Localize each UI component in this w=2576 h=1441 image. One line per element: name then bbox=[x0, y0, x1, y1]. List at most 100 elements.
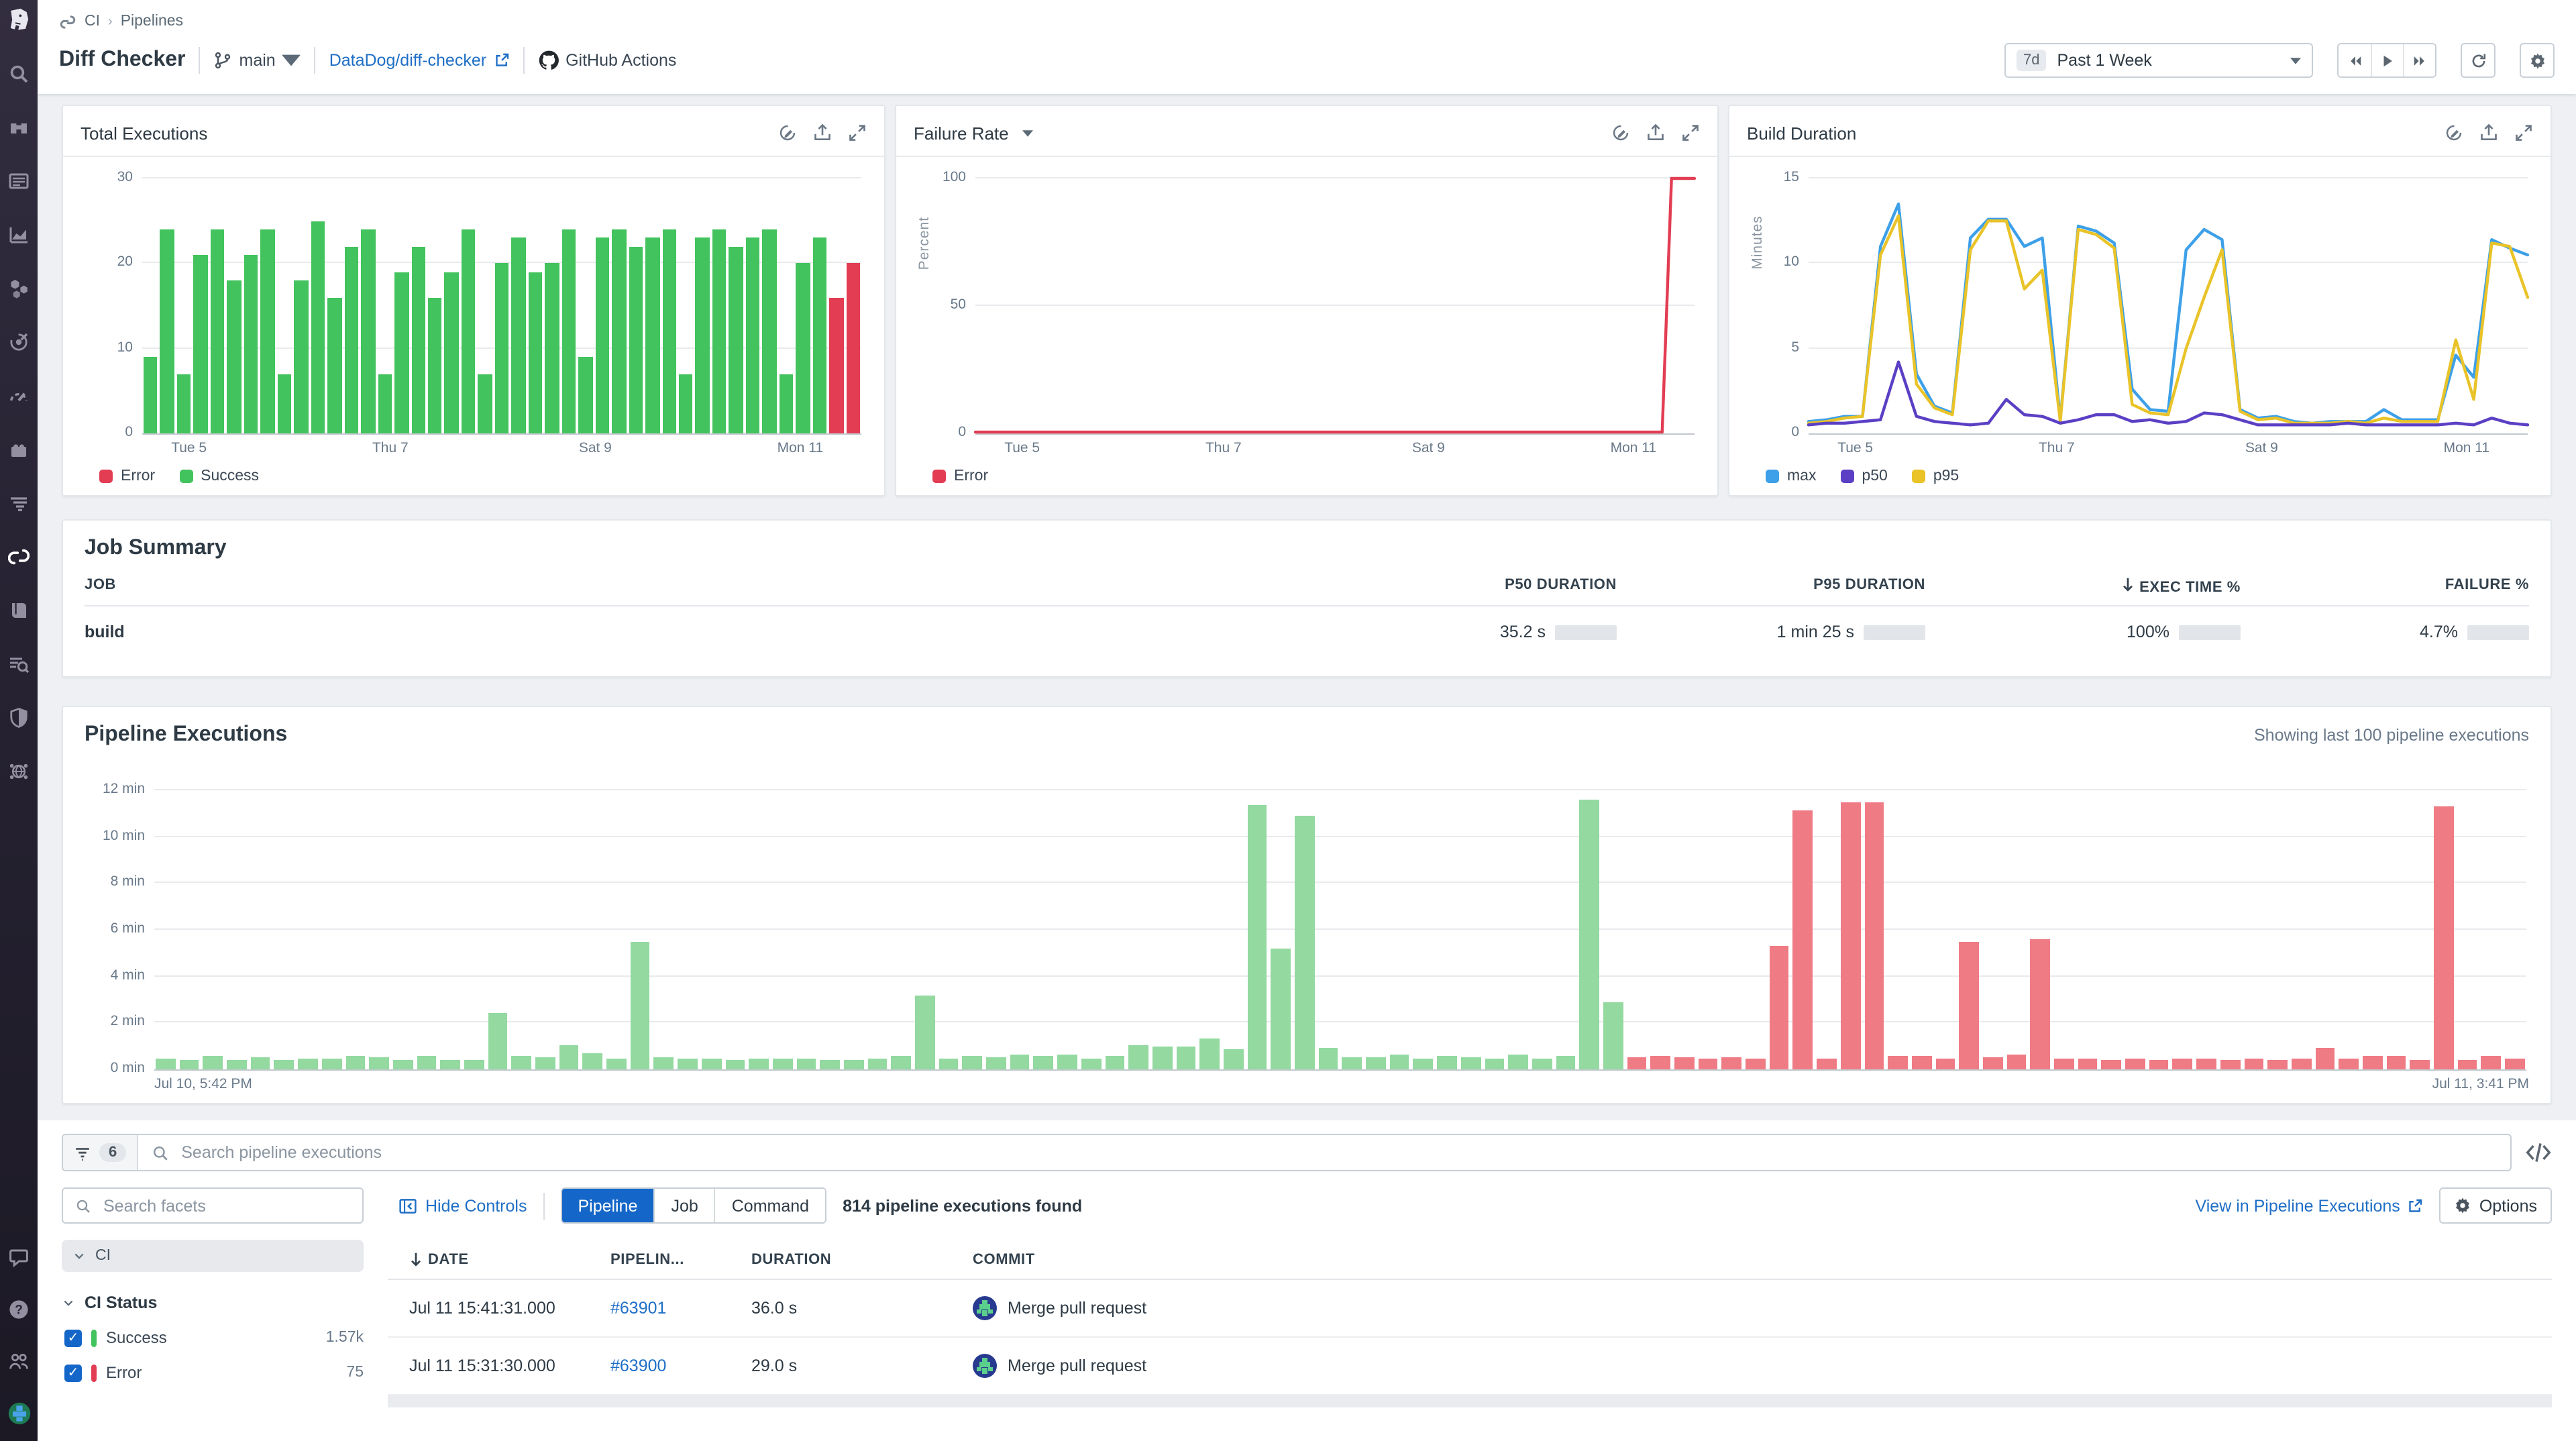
bar[interactable] bbox=[227, 1059, 247, 1069]
bar[interactable] bbox=[394, 272, 409, 433]
bar[interactable] bbox=[277, 374, 292, 433]
edit-query-icon[interactable] bbox=[1611, 123, 1630, 142]
bar[interactable] bbox=[2505, 1059, 2525, 1069]
bar[interactable] bbox=[582, 1053, 603, 1069]
bar[interactable] bbox=[867, 1058, 888, 1069]
bar[interactable] bbox=[2457, 1060, 2477, 1069]
bar[interactable] bbox=[511, 1055, 531, 1069]
bar[interactable] bbox=[311, 221, 325, 433]
bar[interactable] bbox=[2125, 1059, 2145, 1069]
bar[interactable] bbox=[745, 237, 760, 433]
bar[interactable] bbox=[812, 237, 827, 433]
bar[interactable] bbox=[179, 1059, 199, 1069]
bar[interactable] bbox=[210, 229, 225, 433]
bar[interactable] bbox=[2434, 806, 2454, 1069]
column-header-failure[interactable]: FAILURE % bbox=[2241, 577, 2529, 596]
bar[interactable] bbox=[2339, 1059, 2359, 1069]
export-icon[interactable] bbox=[2479, 123, 2498, 142]
bar[interactable] bbox=[298, 1059, 318, 1069]
legend-item[interactable]: p50 bbox=[1840, 468, 1888, 484]
bar[interactable] bbox=[1746, 1059, 1766, 1069]
bar[interactable] bbox=[1769, 946, 1789, 1069]
pipeline-link[interactable]: #63900 bbox=[610, 1356, 666, 1375]
time-back-button[interactable] bbox=[2339, 44, 2371, 76]
facet-search-input[interactable] bbox=[101, 1195, 350, 1216]
bar[interactable] bbox=[427, 297, 442, 433]
bar[interactable] bbox=[2291, 1058, 2312, 1069]
column-header-commit[interactable]: COMMIT bbox=[973, 1251, 2552, 1267]
bar[interactable] bbox=[144, 357, 158, 433]
bar[interactable] bbox=[1199, 1038, 1220, 1069]
sidebar-item-notebooks[interactable] bbox=[7, 598, 30, 621]
bar[interactable] bbox=[440, 1060, 460, 1069]
filter-toggle-button[interactable]: 6 bbox=[63, 1135, 139, 1170]
sidebar-item-search[interactable] bbox=[7, 62, 30, 85]
bar[interactable] bbox=[1959, 941, 1979, 1069]
bar[interactable] bbox=[725, 1059, 745, 1069]
bar[interactable] bbox=[417, 1056, 437, 1069]
bar[interactable] bbox=[250, 1057, 270, 1069]
bar[interactable] bbox=[1556, 1056, 1576, 1069]
bar[interactable] bbox=[488, 1013, 508, 1069]
bar[interactable] bbox=[2172, 1059, 2193, 1069]
legend-item[interactable]: p95 bbox=[1911, 468, 1959, 484]
bar[interactable] bbox=[361, 229, 376, 433]
bar[interactable] bbox=[227, 280, 241, 433]
column-header-job[interactable]: JOB bbox=[85, 577, 1308, 596]
bar[interactable] bbox=[1105, 1055, 1125, 1069]
bar[interactable] bbox=[2267, 1059, 2288, 1069]
bar[interactable] bbox=[478, 374, 492, 433]
bar[interactable] bbox=[779, 374, 794, 433]
bar[interactable] bbox=[1033, 1056, 1054, 1069]
sidebar-item-dashboards[interactable] bbox=[7, 169, 30, 192]
bar[interactable] bbox=[606, 1059, 627, 1069]
bar[interactable] bbox=[1508, 1054, 1528, 1069]
bar[interactable] bbox=[1271, 948, 1291, 1069]
column-header-pipeline[interactable]: PIPELIN... bbox=[610, 1251, 751, 1267]
bar[interactable] bbox=[712, 229, 727, 433]
bar[interactable] bbox=[1437, 1056, 1457, 1069]
bar[interactable] bbox=[653, 1057, 674, 1069]
bar[interactable] bbox=[1935, 1059, 1955, 1069]
legend-item[interactable]: Error bbox=[99, 468, 155, 484]
bar[interactable] bbox=[1366, 1057, 1386, 1069]
time-play-button[interactable] bbox=[2371, 44, 2403, 76]
bar[interactable] bbox=[2054, 1059, 2074, 1069]
expand-icon[interactable] bbox=[848, 123, 867, 142]
user-avatar[interactable] bbox=[7, 1402, 30, 1425]
bar[interactable] bbox=[461, 229, 476, 433]
bar[interactable] bbox=[244, 255, 258, 433]
options-button[interactable]: Options bbox=[2438, 1187, 2552, 1224]
bar[interactable] bbox=[1721, 1057, 1742, 1069]
sidebar-item-metrics[interactable] bbox=[7, 223, 30, 246]
bar[interactable] bbox=[891, 1055, 911, 1069]
column-header-duration[interactable]: DURATION bbox=[751, 1251, 845, 1267]
bar[interactable] bbox=[749, 1059, 769, 1069]
legend-item[interactable]: Success bbox=[179, 468, 259, 484]
bar[interactable] bbox=[2220, 1059, 2240, 1069]
bar[interactable] bbox=[444, 272, 459, 433]
bar[interactable] bbox=[612, 229, 627, 433]
sidebar-item-security[interactable] bbox=[7, 706, 30, 729]
bar[interactable] bbox=[1247, 805, 1267, 1069]
tab-job[interactable]: Job bbox=[653, 1189, 714, 1222]
bar[interactable] bbox=[535, 1057, 555, 1069]
bar[interactable] bbox=[2030, 939, 2050, 1069]
facet-group-ci[interactable]: CI bbox=[62, 1240, 364, 1272]
sidebar-item-org[interactable] bbox=[7, 1350, 30, 1373]
bar[interactable] bbox=[392, 1060, 413, 1069]
column-header-exec[interactable]: EXEC TIME % bbox=[1925, 577, 2241, 596]
bar[interactable] bbox=[369, 1057, 389, 1069]
bar[interactable] bbox=[1485, 1059, 1505, 1069]
bar[interactable] bbox=[1295, 815, 1315, 1069]
settings-button[interactable] bbox=[2520, 43, 2555, 78]
pipeline-link[interactable]: #63901 bbox=[610, 1299, 666, 1318]
bar[interactable] bbox=[1698, 1058, 1718, 1069]
checkbox-checked[interactable]: ✓ bbox=[64, 1329, 82, 1346]
bar[interactable] bbox=[2196, 1058, 2216, 1069]
expand-icon[interactable] bbox=[1681, 123, 1700, 142]
sidebar-item-watchdog[interactable] bbox=[7, 115, 30, 138]
bar[interactable] bbox=[1627, 1057, 1647, 1069]
bar[interactable] bbox=[260, 229, 275, 433]
bar[interactable] bbox=[1840, 802, 1860, 1069]
